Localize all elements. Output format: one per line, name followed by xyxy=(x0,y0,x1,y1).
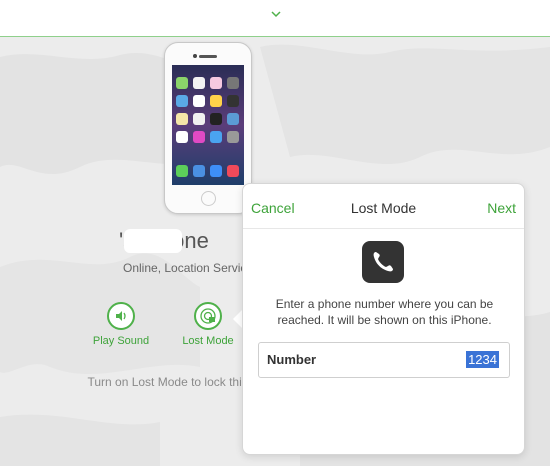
app-icon xyxy=(210,131,222,143)
app-icon xyxy=(176,165,188,177)
top-bar xyxy=(0,0,550,37)
app-icon xyxy=(193,131,205,143)
phone-icon xyxy=(362,241,404,283)
app-icon xyxy=(193,165,205,177)
app-icon xyxy=(227,77,239,89)
app-icon xyxy=(227,131,239,143)
app-icon xyxy=(227,165,239,177)
app-icon xyxy=(193,95,205,107)
app-icon xyxy=(210,113,222,125)
iphone-illustration xyxy=(164,42,252,214)
lost-mode-icon xyxy=(194,302,222,330)
home-button xyxy=(201,191,216,206)
next-button[interactable]: Next xyxy=(487,200,516,216)
app-icon xyxy=(193,77,205,89)
play-sound-button[interactable]: Play Sound xyxy=(90,302,152,347)
app-icon xyxy=(176,77,188,89)
camera-dot xyxy=(193,54,197,58)
redacted-owner-name xyxy=(124,229,182,253)
app-icon xyxy=(176,95,188,107)
header-divider xyxy=(243,228,524,229)
lost-mode-label: Lost Mode xyxy=(182,335,234,347)
popover-instructions: Enter a phone number where you can be re… xyxy=(275,297,494,327)
app-icon xyxy=(176,131,188,143)
app-icon xyxy=(176,113,188,125)
app-icon xyxy=(227,95,239,107)
chevron-down-icon[interactable] xyxy=(270,8,282,20)
lost-mode-button[interactable]: Lost Mode xyxy=(178,302,238,347)
app-icon xyxy=(227,113,239,125)
popover-title: Lost Mode xyxy=(350,200,417,216)
speaker-icon xyxy=(107,302,135,330)
phone-screen xyxy=(172,65,244,185)
play-sound-label: Play Sound xyxy=(92,335,150,347)
app-icon xyxy=(210,77,222,89)
app-icon xyxy=(210,165,222,177)
popover-header: Cancel Lost Mode Next xyxy=(243,184,524,228)
speaker-slot xyxy=(199,55,217,58)
number-label: Number xyxy=(267,352,317,367)
number-input-value[interactable]: 1234 xyxy=(466,351,499,368)
app-icon xyxy=(193,113,205,125)
app-icon xyxy=(210,95,222,107)
phone-number-field[interactable]: Number 1234 xyxy=(258,342,510,378)
lost-mode-popover: Cancel Lost Mode Next Enter a phone numb… xyxy=(242,183,525,455)
